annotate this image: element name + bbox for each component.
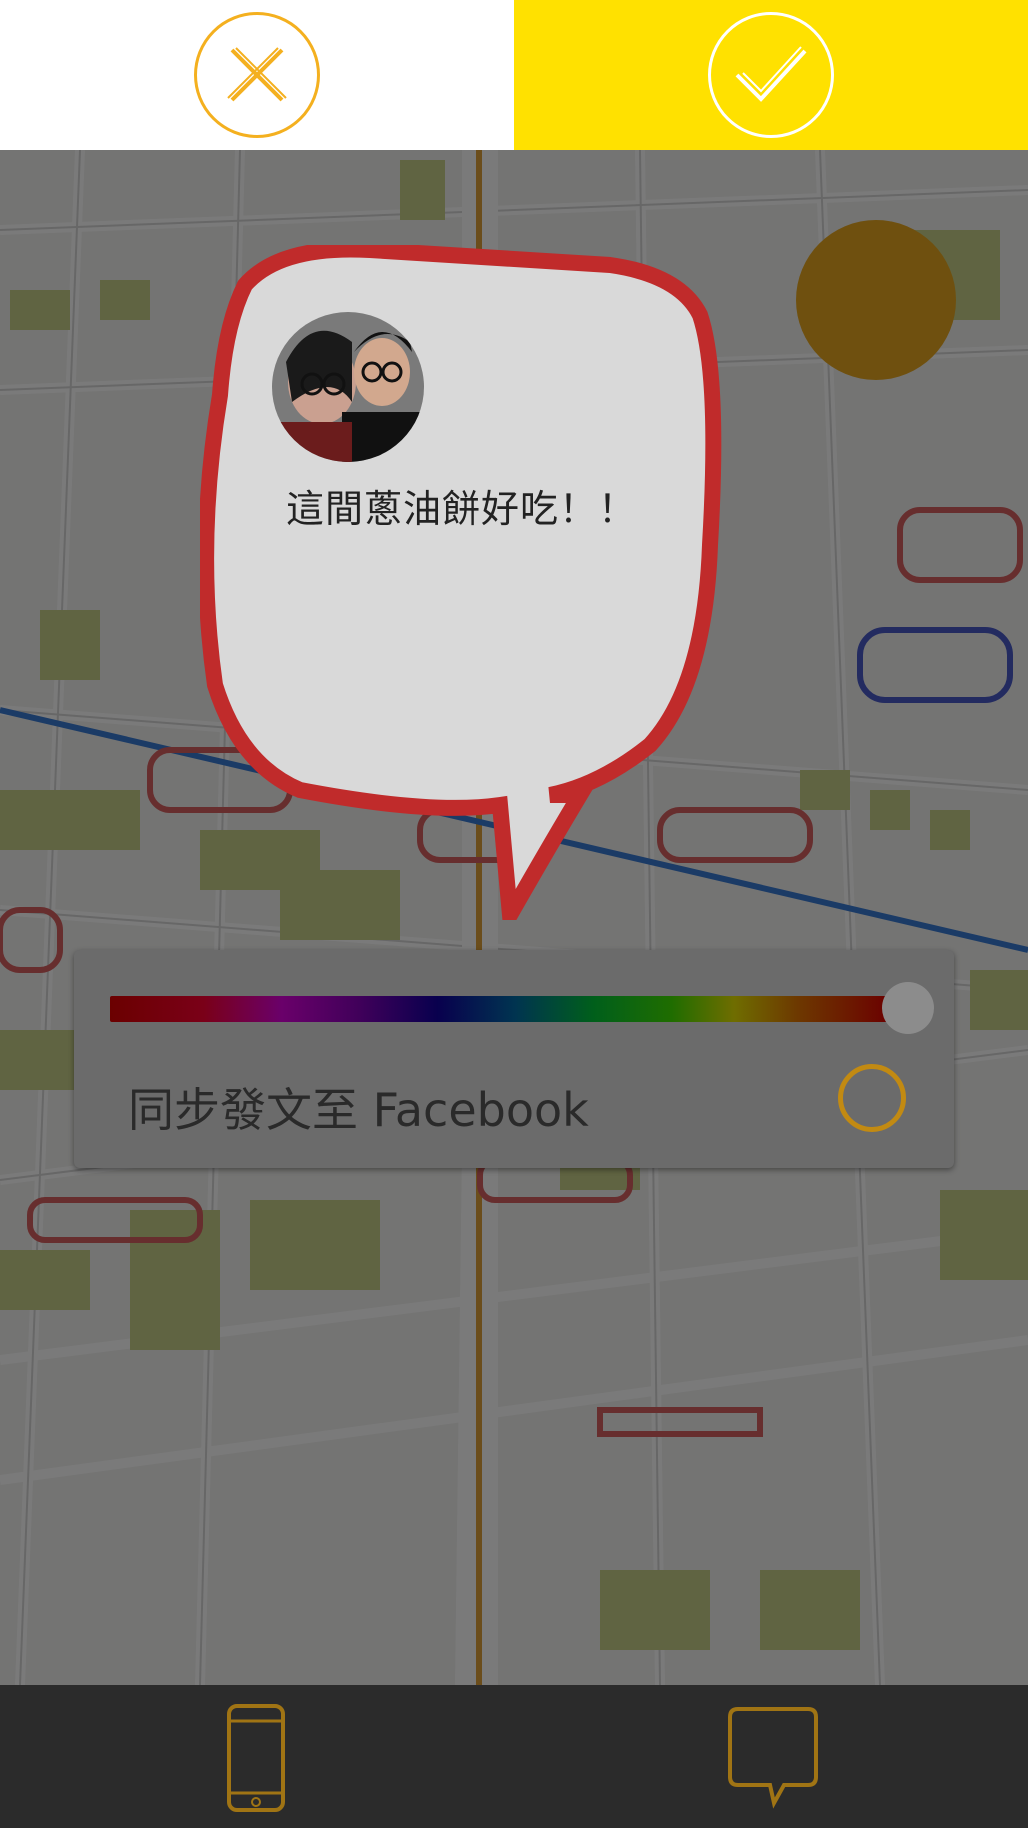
post-options-panel: 同步發文至 Facebook [74,950,954,1168]
bottom-nav-bar [0,1685,1028,1828]
speech-bubble-icon[interactable] [726,1705,820,1809]
facebook-sync-toggle[interactable] [838,1064,906,1132]
phone-icon[interactable] [226,1703,286,1813]
color-slider-track[interactable] [110,996,890,1022]
close-icon [227,47,287,102]
confirm-area [514,0,1028,150]
top-action-bar [0,0,1028,150]
check-icon [735,46,807,102]
cancel-area [0,0,514,150]
post-message[interactable]: 這間蔥油餅好吃！！ [286,478,637,533]
cancel-button[interactable] [194,12,320,138]
color-slider-thumb[interactable] [882,982,934,1034]
confirm-button[interactable] [708,12,834,138]
user-avatar [272,312,424,462]
facebook-sync-label: 同步發文至 Facebook [128,1083,589,1137]
